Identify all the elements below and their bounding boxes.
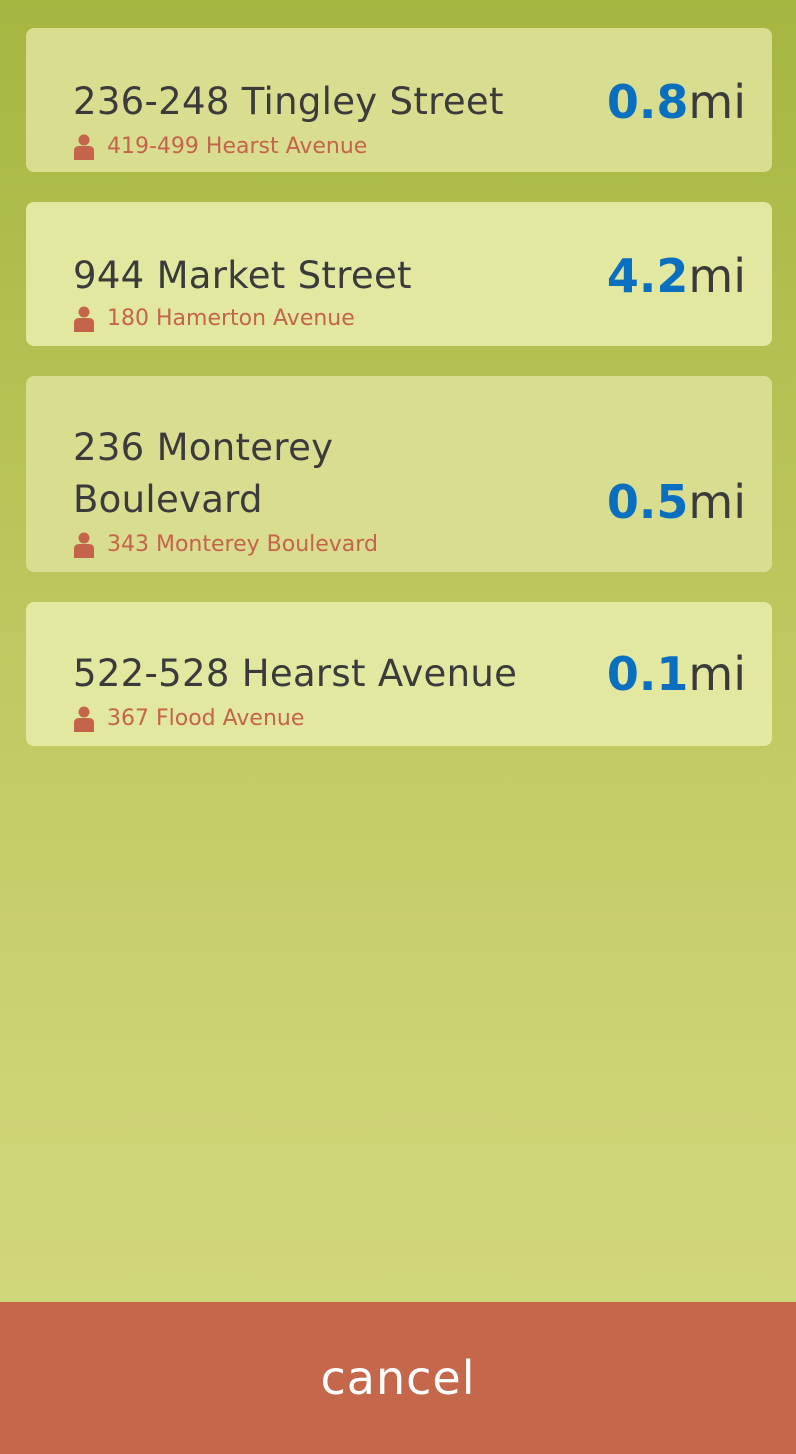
- result-nearby-label: 367 Flood Avenue: [107, 706, 305, 731]
- distance-value: 0.5: [606, 475, 689, 529]
- result-card[interactable]: 236-248 Tingley Street 419-499 Hearst Av…: [26, 28, 772, 172]
- distance-value: 4.2: [606, 249, 689, 303]
- result-address: 236 Monterey Boulevard: [73, 426, 334, 521]
- result-nearby: 180 Hamerton Avenue: [73, 305, 355, 333]
- person-icon: [74, 306, 94, 332]
- distance-unit: mi: [688, 647, 746, 701]
- cancel-button[interactable]: cancel: [0, 1302, 796, 1454]
- distance-unit: mi: [688, 75, 746, 129]
- result-distance: 0.8mi: [607, 74, 746, 130]
- result-distance: 0.1mi: [607, 646, 746, 702]
- person-icon: [74, 134, 94, 160]
- result-card[interactable]: 236 Monterey Boulevard 343 Monterey Boul…: [26, 376, 772, 572]
- result-nearby-label: 180 Hamerton Avenue: [107, 306, 355, 331]
- result-nearby-label: 343 Monterey Boulevard: [107, 532, 378, 557]
- result-nearby: 419-499 Hearst Avenue: [73, 133, 367, 161]
- distance-unit: mi: [688, 249, 746, 303]
- distance-value: 0.1: [606, 647, 689, 701]
- result-address: 944 Market Street: [73, 254, 412, 297]
- result-nearby: 343 Monterey Boulevard: [73, 531, 378, 559]
- distance-value: 0.8: [606, 75, 689, 129]
- result-address: 236-248 Tingley Street: [73, 80, 504, 123]
- result-nearby: 367 Flood Avenue: [73, 705, 304, 733]
- result-card[interactable]: 944 Market Street 180 Hamerton Avenue 4.…: [26, 202, 772, 346]
- person-icon: [74, 532, 94, 558]
- result-address: 522-528 Hearst Avenue: [73, 652, 518, 695]
- result-card[interactable]: 522-528 Hearst Avenue 367 Flood Avenue 0…: [26, 602, 772, 746]
- result-distance: 0.5mi: [607, 474, 746, 530]
- result-distance: 4.2mi: [607, 248, 746, 304]
- result-nearby-label: 419-499 Hearst Avenue: [107, 134, 368, 159]
- distance-unit: mi: [688, 475, 746, 529]
- results-list: 236-248 Tingley Street 419-499 Hearst Av…: [26, 28, 772, 776]
- person-icon: [74, 706, 94, 732]
